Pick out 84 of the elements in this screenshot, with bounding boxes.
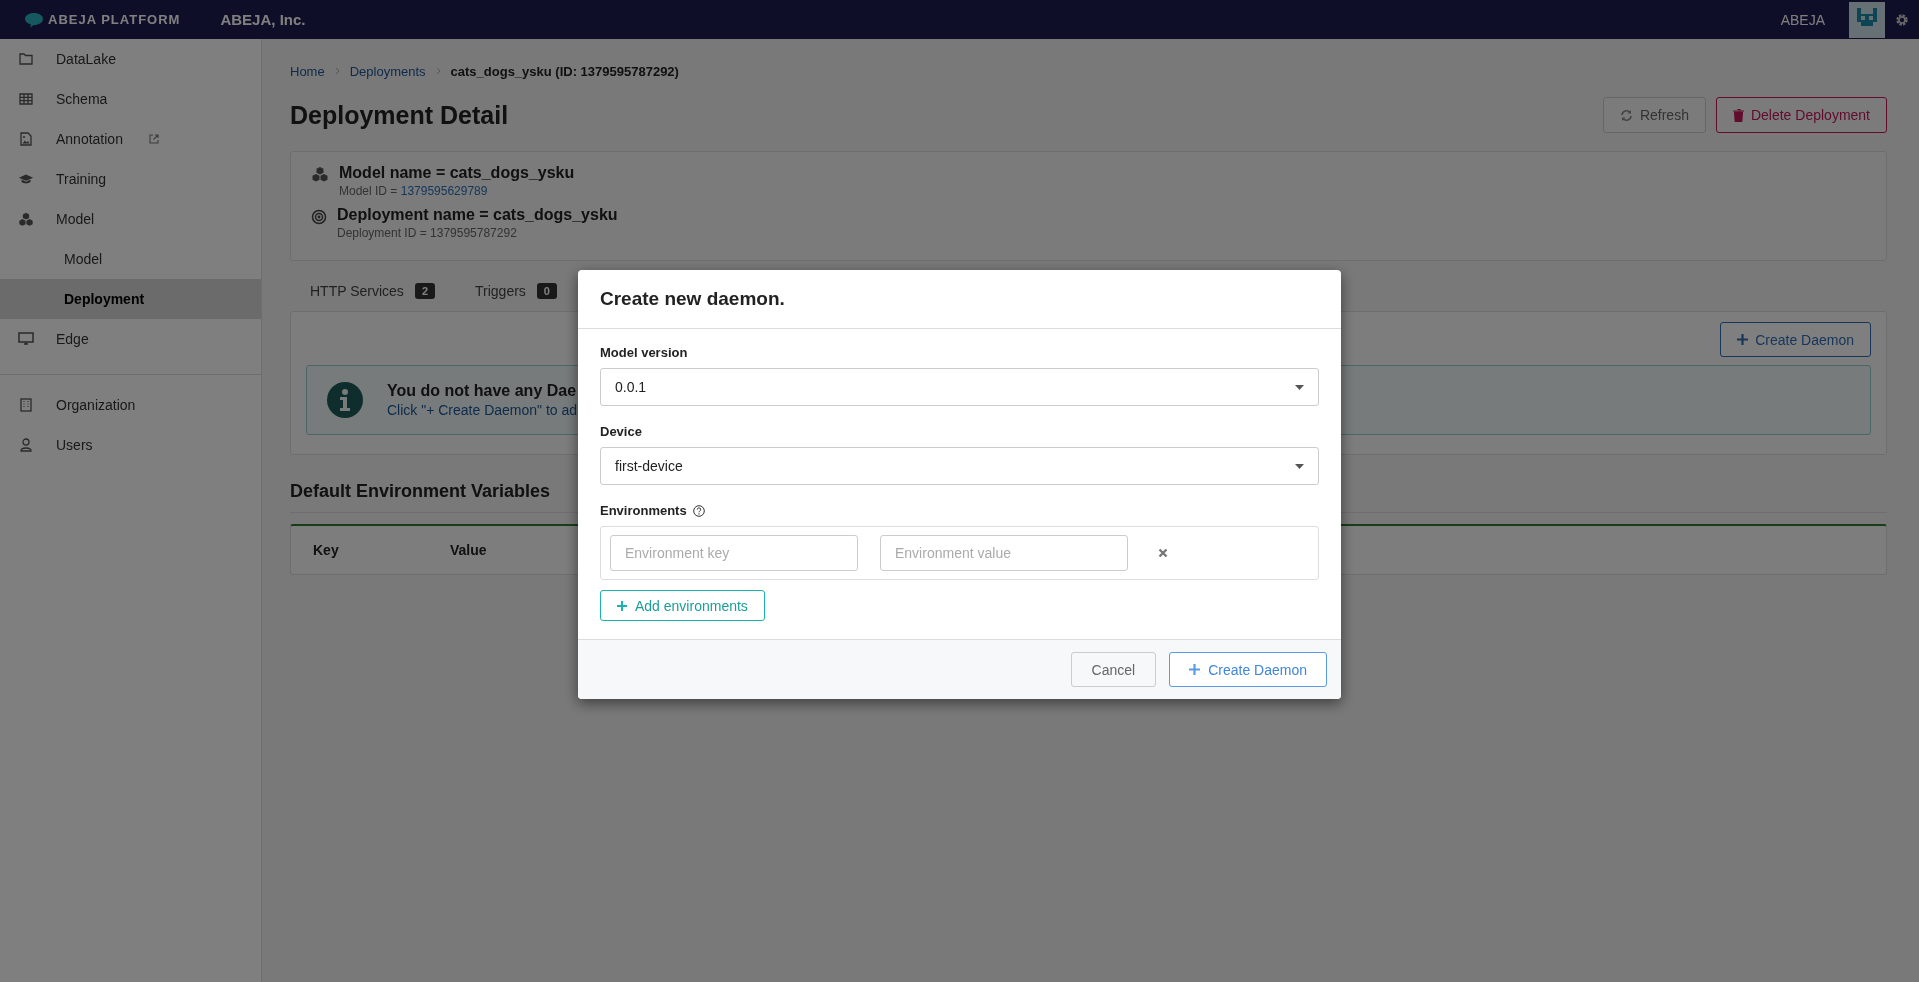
select-value: 0.0.1 [615, 379, 648, 395]
close-icon[interactable] [1158, 548, 1168, 558]
caret-icon [1295, 384, 1304, 390]
create-daemon-button[interactable]: Create Daemon [1720, 322, 1871, 357]
column-header: Value [450, 542, 487, 558]
select-field[interactable]: first-device [600, 447, 1319, 485]
sidebar-item[interactable]: Annotation [0, 119, 261, 159]
breadcrumb-current: cats_dogs_ysku (ID: 1379595787292) [450, 63, 679, 79]
column-header: Key [313, 542, 340, 558]
sidebar-item[interactable]: Model [0, 239, 261, 279]
table-icon [19, 93, 33, 105]
field-label: Device [600, 424, 643, 439]
input-field[interactable]: Environment value [880, 535, 1128, 571]
graduation-cap-icon [18, 173, 34, 185]
model-name: Model name = cats_dogs_ysku [339, 164, 575, 182]
tab-label: Triggers [475, 283, 526, 299]
select-field[interactable]: 0.0.1 [600, 368, 1319, 406]
sidebar-item-label: Organization [56, 397, 136, 413]
breadcrumb-link[interactable]: Home [290, 63, 325, 79]
building-icon [20, 398, 32, 412]
sidebar-item[interactable]: Schema [0, 79, 261, 119]
sidebar-item[interactable]: Training [0, 159, 261, 199]
external-link-icon [148, 134, 159, 144]
count-badge: 2 [414, 283, 435, 299]
avatar-icon[interactable] [1849, 1, 1885, 38]
image-icon [20, 132, 32, 146]
modal-title: Create new daemon. [600, 288, 785, 310]
count-badge: 0 [536, 283, 557, 299]
settings-icon[interactable] [1895, 12, 1909, 27]
sidebar-item-label: Annotation [56, 131, 123, 147]
add-environments-button[interactable]: Add environments [600, 590, 765, 621]
deployment-id: Deployment ID = 1379595787292 [337, 226, 518, 240]
empty-hint: Click "+ Create Daemon" to ad [387, 402, 578, 418]
logo[interactable]: ABEJA PLATFORM [24, 11, 181, 28]
plus-icon [1189, 664, 1201, 675]
chevron-icon [334, 65, 340, 77]
sidebar-item-label: Users [56, 437, 93, 453]
trash-icon [1732, 108, 1744, 122]
sidebar-item-label: Edge [56, 331, 89, 347]
organization-name[interactable]: ABEJA, Inc. [220, 11, 306, 28]
chevron-icon [435, 65, 441, 77]
model-id-link[interactable]: 1379595629789 [400, 184, 488, 198]
info-icon [327, 382, 363, 418]
tab[interactable]: HTTP Services 2 [310, 283, 435, 301]
refresh-icon [1619, 108, 1633, 122]
cubes-icon [18, 211, 34, 227]
sidebar-item-label: Deployment [64, 291, 145, 307]
cubes-icon [311, 167, 329, 182]
tab[interactable]: Triggers 0 [475, 283, 557, 301]
sidebar-item[interactable]: Model [0, 199, 261, 239]
monitor-icon [18, 332, 34, 346]
model-id: Model ID = 1379595629789 [339, 184, 489, 198]
sidebar-item[interactable]: Users [0, 425, 261, 465]
plus-icon [617, 600, 627, 611]
sidebar-item-label: DataLake [56, 51, 116, 67]
refresh-button[interactable]: Refresh [1602, 97, 1706, 133]
page-title: Deployment Detail [290, 100, 510, 130]
target-icon [311, 209, 327, 225]
logo-text: ABEJA PLATFORM [48, 12, 181, 27]
sidebar-item-label: Training [56, 171, 107, 187]
delete-button[interactable]: Delete Deployment [1715, 97, 1887, 133]
breadcrumb-link[interactable]: Deployments [349, 63, 426, 79]
folder-icon [19, 53, 33, 65]
input-field[interactable]: Environment key [610, 535, 858, 571]
speech-bubble-icon [24, 11, 44, 28]
select-value: first-device [615, 458, 684, 474]
user-icon [20, 438, 32, 452]
sidebar-item-label: Model [64, 251, 103, 267]
user-name[interactable]: ABEJA [1780, 11, 1825, 28]
sidebar-item-label: Model [56, 211, 95, 227]
sidebar-item-label: Schema [56, 91, 108, 107]
help-icon [692, 504, 705, 517]
field-label: Model version [600, 345, 689, 360]
plus-icon [1737, 334, 1749, 345]
empty-title: You do not have any Dae [387, 382, 578, 400]
sidebar-item[interactable]: Deployment [0, 279, 261, 319]
cancel-button[interactable]: Cancel [1070, 652, 1157, 687]
sidebar-item[interactable]: DataLake [0, 39, 261, 79]
tab-label: HTTP Services [310, 283, 404, 299]
sidebar-item[interactable]: Organization [0, 385, 261, 425]
create-daemon-button[interactable]: Create Daemon [1169, 652, 1327, 687]
caret-icon [1295, 463, 1304, 469]
deployment-name: Deployment name = cats_dogs_ysku [337, 206, 618, 224]
sidebar-item[interactable]: Edge [0, 319, 261, 359]
